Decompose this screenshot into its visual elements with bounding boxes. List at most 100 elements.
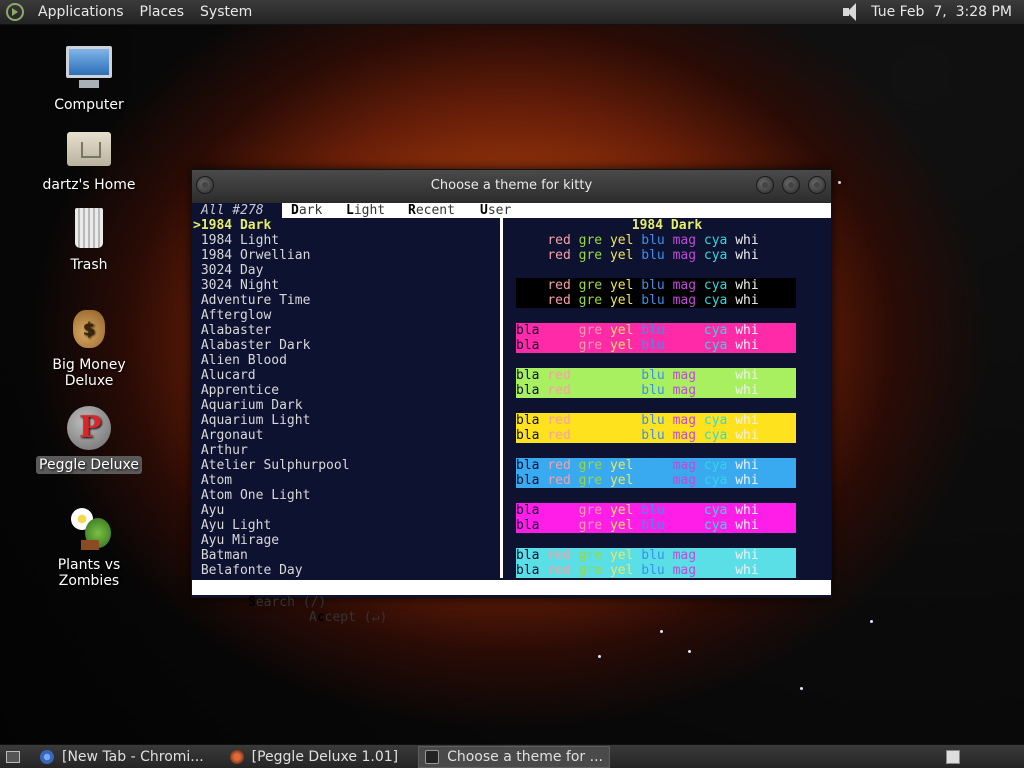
palette-color-cya: cya bbox=[703, 233, 728, 248]
palette-color-mag: mag bbox=[672, 413, 697, 428]
theme-item[interactable]: Ayu Light bbox=[192, 518, 500, 533]
palette-color-bla: bla bbox=[516, 428, 540, 443]
theme-item[interactable]: Atelier Sulphurpool bbox=[192, 458, 500, 473]
theme-name: 1984 Orwellian bbox=[200, 248, 311, 263]
volume-icon[interactable] bbox=[841, 2, 861, 22]
window-titlebar[interactable]: Choose a theme for kitty bbox=[192, 170, 831, 201]
theme-name: Alien Blood bbox=[200, 353, 287, 368]
theme-item[interactable]: Atom bbox=[192, 473, 500, 488]
palette-row: bla red gre yel blu mag cya whi bbox=[516, 338, 796, 353]
palette-color-mag: mag bbox=[672, 233, 697, 248]
palette-row: bla red gre yel blu mag cya whi bbox=[516, 503, 796, 518]
palette-row: bla red gre yel blu mag cya whi bbox=[516, 518, 796, 533]
palette-color-mag: mag bbox=[672, 428, 697, 443]
palette-color-gre: gre bbox=[578, 458, 603, 473]
theme-item[interactable]: Ayu Mirage bbox=[192, 533, 500, 548]
palette-color-red: red bbox=[547, 338, 571, 353]
tab-dark[interactable]: Dark bbox=[291, 203, 322, 218]
palette-color-gre: gre bbox=[578, 383, 603, 398]
theme-item[interactable]: Apprentice bbox=[192, 383, 500, 398]
theme-item[interactable]: Belafonte Day bbox=[192, 563, 500, 578]
desktop-icon-home[interactable]: dartz's Home bbox=[24, 124, 154, 194]
theme-item[interactable]: Aquarium Light bbox=[192, 413, 500, 428]
desktop-icon-label: Big Money Deluxe bbox=[52, 357, 126, 389]
theme-item[interactable]: >1984 Dark bbox=[192, 218, 500, 233]
tab-recent[interactable]: Recent bbox=[408, 203, 455, 218]
window-menu-button[interactable] bbox=[196, 176, 214, 194]
home-folder-icon bbox=[65, 124, 113, 172]
minimize-button[interactable] bbox=[756, 176, 774, 194]
theme-list[interactable]: >1984 Dark 1984 Light 1984 Orwellian 302… bbox=[192, 218, 500, 578]
theme-item[interactable]: Batman bbox=[192, 548, 500, 563]
palette-color-yel: yel bbox=[609, 473, 634, 488]
palette-color-cya: cya bbox=[703, 383, 728, 398]
palette-color-bla: bla bbox=[516, 473, 540, 488]
theme-name: Atom bbox=[200, 473, 233, 488]
theme-item[interactable]: Adventure Time bbox=[192, 293, 500, 308]
theme-item[interactable]: Ayu bbox=[192, 503, 500, 518]
palette-color-mag: mag bbox=[672, 548, 697, 563]
palette-color-yel: yel bbox=[609, 293, 634, 308]
palette-row: bla red gre yel blu mag cya whi bbox=[516, 293, 796, 308]
tab-label: ight bbox=[353, 203, 386, 218]
theme-item[interactable]: Alucard bbox=[192, 368, 500, 383]
search-key: S bbox=[247, 595, 256, 610]
theme-item[interactable]: Alabaster bbox=[192, 323, 500, 338]
theme-item[interactable]: Alien Blood bbox=[192, 353, 500, 368]
theme-item[interactable]: Argonaut bbox=[192, 428, 500, 443]
terminal[interactable]: All #278 Dark Light Recent User >1984 Da… bbox=[192, 203, 831, 625]
desktop-icon-label: Plants vs Zombies bbox=[57, 557, 121, 589]
theme-name: Alabaster Dark bbox=[200, 338, 311, 353]
tab-user[interactable]: User bbox=[480, 203, 511, 218]
theme-item[interactable]: Afterglow bbox=[192, 308, 500, 323]
desktop-icon-big-money[interactable]: $ Big Money Deluxe bbox=[24, 304, 154, 390]
desktop-icon-trash[interactable]: Trash bbox=[24, 204, 154, 274]
search-shortcut[interactable]: Search (/) bbox=[248, 595, 326, 610]
palette-color-blu: blu bbox=[641, 458, 665, 473]
tab-all[interactable]: All #278 bbox=[192, 203, 282, 218]
show-desktop-icon[interactable] bbox=[6, 750, 20, 763]
menu-applications[interactable]: Applications bbox=[36, 4, 126, 20]
task-kitty[interactable]: Choose a theme for ... bbox=[418, 745, 610, 768]
desktop-icon-computer[interactable]: Computer bbox=[24, 44, 154, 114]
workspace-switcher[interactable] bbox=[946, 749, 960, 764]
desktop-icon-plants-vs-zombies[interactable]: Plants vs Zombies bbox=[24, 504, 154, 590]
theme-item[interactable]: Atom One Light bbox=[192, 488, 500, 503]
task-peggle[interactable]: [Peggle Deluxe 1.01] bbox=[224, 746, 404, 768]
palette-color-mag: mag bbox=[672, 368, 697, 383]
tab-key: L bbox=[346, 203, 354, 218]
accept-shortcut[interactable]: Accept (↵) bbox=[309, 610, 387, 625]
menu-logo-icon[interactable] bbox=[6, 3, 24, 21]
palette-color-gre: gre bbox=[578, 338, 603, 353]
terminal-icon bbox=[425, 749, 440, 764]
palette-color-red: red bbox=[547, 503, 571, 518]
close-button[interactable] bbox=[808, 176, 826, 194]
theme-item[interactable]: Alabaster Dark bbox=[192, 338, 500, 353]
theme-item[interactable]: Aquarium Dark bbox=[192, 398, 500, 413]
palette-color-red: red bbox=[547, 293, 571, 308]
theme-name: 3024 Day bbox=[200, 263, 264, 278]
theme-name: Ayu bbox=[200, 503, 225, 518]
theme-item[interactable]: 3024 Day bbox=[192, 263, 500, 278]
clock[interactable]: Tue Feb 7, 3:28 PM bbox=[871, 4, 1012, 20]
palette-color-bla: bla bbox=[516, 278, 540, 293]
theme-item[interactable]: 1984 Orwellian bbox=[192, 248, 500, 263]
theme-item[interactable]: 1984 Light bbox=[192, 233, 500, 248]
menu-places[interactable]: Places bbox=[138, 4, 187, 20]
theme-name: 1984 Dark bbox=[200, 218, 272, 233]
theme-item[interactable]: Arthur bbox=[192, 443, 500, 458]
desktop-icon-peggle[interactable]: P Peggle Deluxe bbox=[24, 404, 154, 474]
theme-name: Batman bbox=[200, 548, 248, 563]
palette-color-bla: bla bbox=[516, 338, 540, 353]
palette-color-bla: bla bbox=[516, 383, 540, 398]
accept-label: cept (↵) bbox=[324, 610, 388, 625]
menu-system[interactable]: System bbox=[198, 4, 254, 20]
palette-color-yel: yel bbox=[609, 413, 634, 428]
task-chromium[interactable]: [New Tab - Chromi... bbox=[34, 746, 210, 768]
palette-color-mag: mag bbox=[672, 338, 697, 353]
palette-row: bla red gre yel blu mag cya whi bbox=[516, 248, 796, 263]
theme-item[interactable]: 3024 Night bbox=[192, 278, 500, 293]
tab-light[interactable]: Light bbox=[346, 203, 385, 218]
palette-color-gre: gre bbox=[578, 413, 603, 428]
maximize-button[interactable] bbox=[782, 176, 800, 194]
